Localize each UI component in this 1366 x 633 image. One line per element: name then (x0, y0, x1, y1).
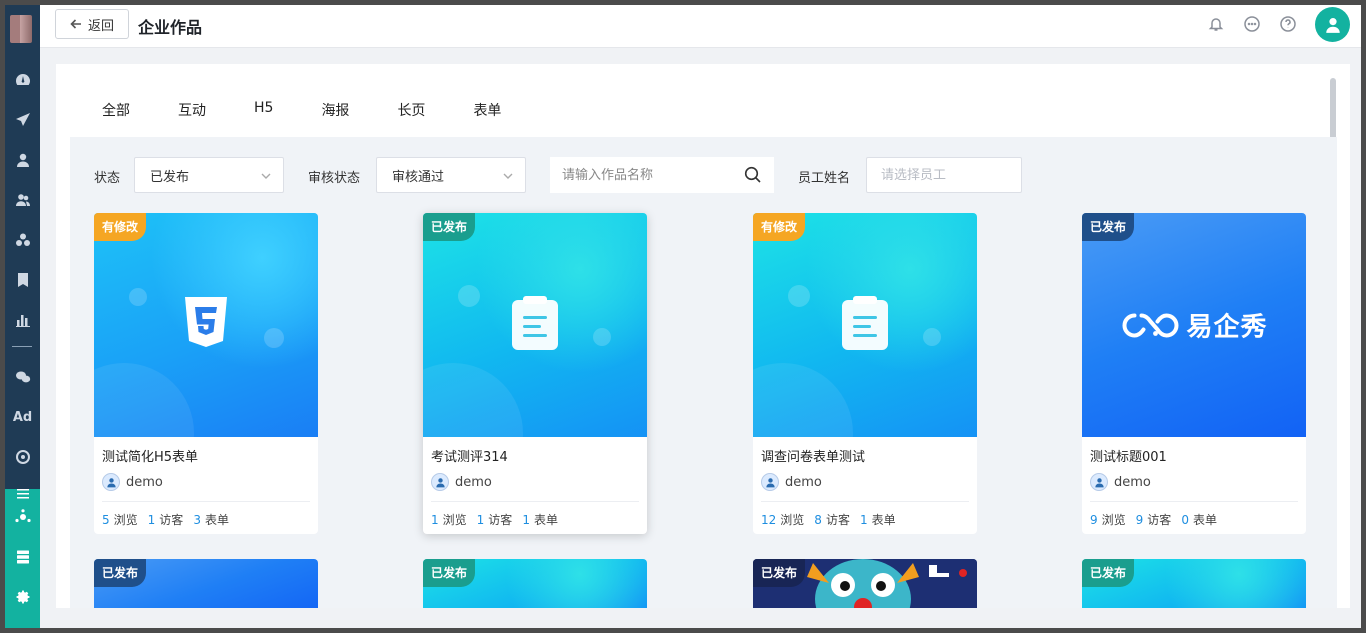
status-select[interactable]: 已发布 (134, 157, 284, 193)
work-card[interactable]: 易企秀 已发布 测试标题001 demo 9 浏览 9 访客 0 表单 (1082, 213, 1306, 534)
status-badge: 已发布 (94, 559, 147, 587)
status-badge: 有修改 (94, 213, 147, 241)
help-icon[interactable] (1279, 15, 1297, 33)
work-card[interactable]: 有修改 测试简化H5表单 demo 5 浏览 1 访客 3 表单 (94, 213, 318, 534)
sidebar-divider (12, 346, 32, 347)
work-card[interactable]: 有修改 调查问卷表单测试 demo 12 浏览 8 访客 1 表单 (753, 213, 977, 534)
card-cover: 已发布 (1082, 559, 1306, 608)
card-divider (431, 501, 639, 502)
card-title: 测试标题001 (1090, 450, 1167, 465)
arrow-left-icon (70, 19, 81, 29)
bookmark-icon[interactable] (5, 260, 40, 300)
works-area: 状态 已发布 审核状态 审核通过 员工姓名 (70, 137, 1337, 608)
review-status-select[interactable]: 审核通过 (376, 157, 526, 193)
card-cover: 已发布 (423, 559, 647, 608)
author-avatar (761, 473, 779, 491)
search-icon[interactable] (744, 166, 761, 183)
chevron-down-icon (503, 170, 513, 180)
employee-name-label: 员工姓名 (798, 171, 851, 186)
tab-long-page[interactable]: 长页 (397, 100, 425, 120)
card-title: 考试测评314 (431, 450, 508, 465)
bell-icon[interactable] (1207, 15, 1225, 33)
review-status-label: 审核状态 (308, 171, 361, 186)
group-icon[interactable] (5, 220, 40, 260)
search-input[interactable] (550, 157, 774, 193)
sidebar-active-section (5, 489, 40, 628)
author-avatar (102, 473, 120, 491)
card-stats: 9 浏览 9 访客 0 表单 (1090, 513, 1217, 527)
card-cover: 易企秀 已发布 (1082, 213, 1306, 437)
clipboard-icon (512, 296, 558, 354)
card-cover: 已发布 (753, 559, 977, 608)
status-badge: 有修改 (753, 213, 806, 241)
main-content: 全部 互动 H5 海报 长页 表单 状态 已发布 审核状态 审核通过 员工姓名 (56, 64, 1350, 608)
card-cover: 已发布 (423, 213, 647, 437)
page-title: 企业作品 (138, 18, 203, 37)
card-author: demo (1090, 473, 1151, 491)
status-badge: 已发布 (753, 559, 806, 587)
app-logo[interactable] (10, 15, 32, 43)
html5-icon (182, 295, 230, 355)
card-title: 调查问卷表单测试 (761, 450, 866, 465)
card-divider (761, 501, 969, 502)
employee-input[interactable] (866, 157, 1022, 193)
dashboard-icon[interactable] (5, 60, 40, 100)
card-stats: 1 浏览 1 访客 1 表单 (431, 513, 558, 527)
send-icon[interactable] (5, 100, 40, 140)
infinity-logo-icon (1122, 312, 1179, 338)
work-card[interactable]: 已发布 (94, 559, 318, 608)
card-author: demo (761, 473, 822, 491)
status-badge: 已发布 (423, 213, 476, 241)
app-frame: Ad 返回 企业作品 全部 互动 H5 海报 长页 表单 状态 已发布 审核状态… (5, 5, 1361, 628)
clipboard-icon (842, 296, 888, 354)
back-button[interactable]: 返回 (55, 9, 129, 39)
category-tabs: 全部 互动 H5 海报 长页 表单 (102, 100, 549, 120)
target-icon[interactable] (5, 437, 40, 477)
brand-logo: 易企秀 (1120, 307, 1267, 344)
top-header: 返回 企业作品 (40, 5, 1361, 48)
card-cover: 有修改 (94, 213, 318, 437)
card-title: 测试简化H5表单 (102, 450, 199, 465)
tab-poster[interactable]: 海报 (321, 100, 349, 120)
card-author: demo (431, 473, 492, 491)
work-card[interactable]: 已发布 (753, 559, 977, 608)
server-icon[interactable] (5, 537, 40, 577)
settings-gear-icon[interactable] (5, 577, 40, 617)
chevron-down-icon (261, 170, 271, 180)
card-cover: 有修改 (753, 213, 977, 437)
card-divider (102, 501, 310, 502)
bar-chart-icon[interactable] (5, 300, 40, 340)
card-author: demo (102, 473, 163, 491)
status-badge: 已发布 (1082, 559, 1135, 587)
work-card[interactable]: 已发布 (1082, 559, 1306, 608)
user-icon (1325, 17, 1340, 33)
message-icon[interactable] (1243, 15, 1261, 33)
ad-icon[interactable]: Ad (5, 397, 40, 437)
user-icon[interactable] (5, 140, 40, 180)
tab-all[interactable]: 全部 (102, 100, 130, 120)
users-icon[interactable] (5, 180, 40, 220)
sidebar: Ad (5, 5, 40, 628)
work-card[interactable]: 已发布 考试测评314 demo 1 浏览 1 访客 1 表单 (423, 213, 647, 534)
work-card[interactable]: 已发布 (423, 559, 647, 608)
tab-h5[interactable]: H5 (254, 100, 273, 120)
card-stats: 12 浏览 8 访客 1 表单 (761, 513, 896, 527)
user-avatar[interactable] (1315, 7, 1350, 42)
author-avatar (1090, 473, 1108, 491)
tab-form[interactable]: 表单 (473, 100, 501, 120)
tab-interactive[interactable]: 互动 (178, 100, 206, 120)
status-badge: 已发布 (1082, 213, 1135, 241)
network-icon[interactable] (5, 497, 40, 537)
status-label: 状态 (94, 171, 121, 186)
card-stats: 5 浏览 1 访客 3 表单 (102, 513, 229, 527)
author-avatar (431, 473, 449, 491)
card-cover: 已发布 (94, 559, 318, 608)
wechat-icon[interactable] (5, 357, 40, 397)
card-divider (1090, 501, 1298, 502)
status-badge: 已发布 (423, 559, 476, 587)
